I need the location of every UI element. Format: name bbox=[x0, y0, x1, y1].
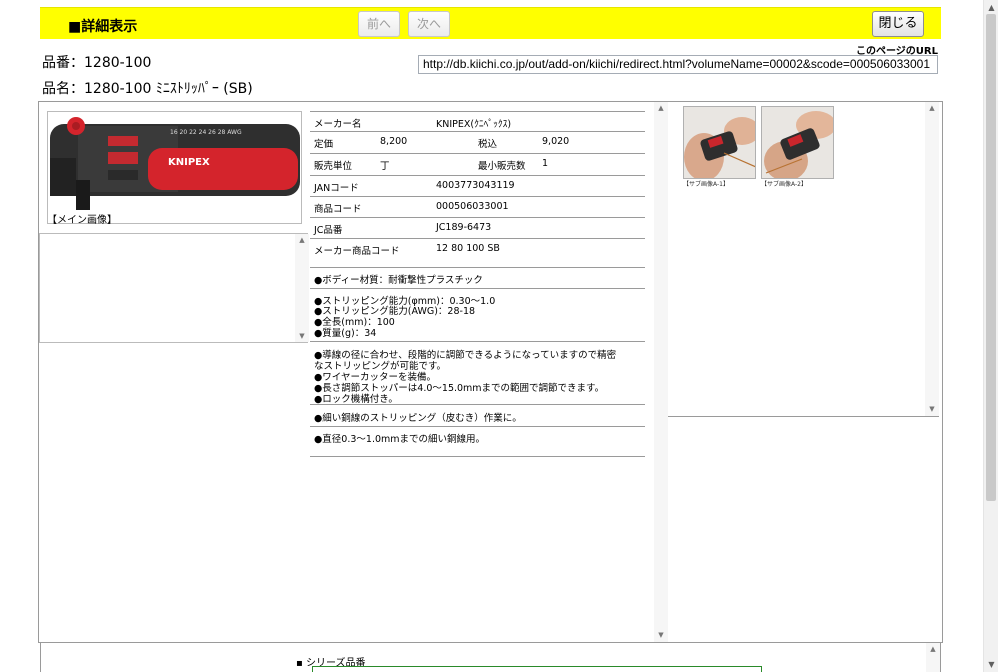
desc-block-features: ●導線の径に合わせ、段階的に調節できるようになっていますので精密 なストリッピン… bbox=[310, 342, 645, 405]
spec-row-maker-code: メーカー商品コード 12 80 100 SB bbox=[310, 239, 645, 268]
close-button[interactable]: 閉じる bbox=[872, 11, 924, 37]
detail-scrollbar[interactable]: ▲ ▼ bbox=[654, 102, 668, 642]
scroll-up-icon[interactable]: ▲ bbox=[295, 234, 309, 246]
header-bar: ■詳細表示 前へ 次へ 閉じる bbox=[40, 7, 941, 39]
desc-block-spec: ●直径0.3～1.0mmまでの細い銅線用。 bbox=[310, 427, 645, 457]
brand-logo-text: KNIPEX bbox=[168, 157, 210, 168]
scroll-down-icon[interactable]: ▼ bbox=[654, 629, 668, 641]
next-button[interactable]: 次へ bbox=[408, 11, 450, 37]
desc-block-capacity: ●ストリッピング能力(φmm)：0.30～1.0 ●ストリッピング能力(AWG)… bbox=[310, 289, 645, 342]
desc-block-material: ●ボディー材質：耐衝撃性プラスチック bbox=[310, 268, 645, 289]
image-list-scrollbar[interactable]: ▲ ▼ bbox=[295, 234, 309, 342]
main-image[interactable]: KNIPEX 16 20 22 24 26 28 AWG bbox=[47, 111, 302, 224]
desc-block-usage: ●細い銅線のストリッピング（皮むき）作業に。 bbox=[310, 405, 645, 427]
spec-row-code: 商品コード 000506033001 bbox=[310, 197, 645, 218]
page-scrollbar-thumb[interactable] bbox=[986, 14, 996, 501]
scroll-up-icon[interactable]: ▲ bbox=[925, 102, 939, 114]
product-number: 品番：1280-100 bbox=[42, 55, 152, 71]
product-name: 品名：1280-100 ﾐﾆｽﾄﾘｯﾊﾟｰ (SB) bbox=[42, 81, 253, 97]
sub-image-scrollbar[interactable]: ▲ ▼ bbox=[925, 102, 939, 416]
sub-image-caption: 【サブ画像A-1】 bbox=[683, 181, 729, 188]
spec-row-jan: JANコード 4003773043119 bbox=[310, 176, 645, 197]
hand-using-stripper-image bbox=[684, 107, 755, 178]
main-image-caption: 【メイン画像】 bbox=[47, 215, 117, 226]
scroll-up-icon[interactable]: ▲ bbox=[654, 102, 668, 114]
url-field[interactable]: http://db.kiichi.co.jp/out/add-on/kiichi… bbox=[418, 55, 938, 74]
series-table bbox=[312, 666, 762, 672]
scroll-down-arrow-icon[interactable]: ▼ bbox=[984, 657, 998, 672]
image-list-frame: ▲ ▼ bbox=[39, 233, 309, 343]
page-title: ■詳細表示 bbox=[68, 19, 138, 35]
series-scrollbar[interactable]: ▲ bbox=[926, 643, 940, 672]
awg-scale-text: 16 20 22 24 26 28 AWG bbox=[170, 129, 242, 136]
spec-row-jc: JC品番 JC189-6473 bbox=[310, 218, 645, 239]
spec-row-maker: メーカー名 KNIPEX(ｸﾆﾍﾟｯｸｽ) bbox=[310, 111, 645, 132]
prev-button[interactable]: 前へ bbox=[358, 11, 400, 37]
sub-image-thumbnail[interactable] bbox=[683, 106, 756, 179]
spec-row-unit: 販売単位 丁 最小販売数 1 bbox=[310, 154, 645, 176]
scroll-down-icon[interactable]: ▼ bbox=[295, 330, 309, 342]
sub-image-thumbnail[interactable] bbox=[761, 106, 834, 179]
hand-using-stripper-image bbox=[762, 107, 833, 178]
scroll-down-icon[interactable]: ▼ bbox=[925, 403, 939, 415]
page-scrollbar[interactable]: ▲ ▼ bbox=[983, 0, 998, 672]
scroll-up-arrow-icon[interactable]: ▲ bbox=[984, 0, 998, 15]
sub-image-caption: 【サブ画像A-2】 bbox=[761, 181, 807, 188]
spec-row-price: 定価 8,200 税込 9,020 bbox=[310, 132, 645, 154]
wire-stripper-image: KNIPEX 16 20 22 24 26 28 AWG bbox=[48, 112, 301, 223]
scroll-up-icon[interactable]: ▲ bbox=[926, 643, 940, 655]
